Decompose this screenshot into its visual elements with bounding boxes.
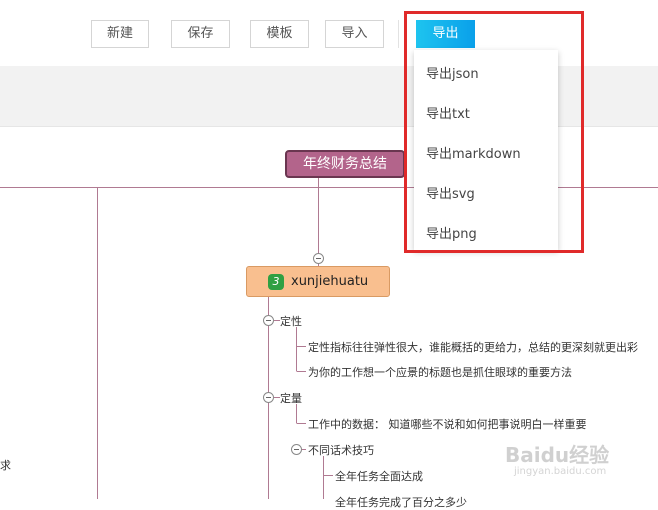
collapse-toggle[interactable] bbox=[263, 392, 274, 403]
collapse-toggle[interactable] bbox=[291, 444, 302, 455]
list-item[interactable]: 工作中的数据： 知道哪些不说和如何把事说明白一样重要 bbox=[308, 416, 587, 432]
branch-label-quantitative[interactable]: 定量 bbox=[280, 390, 302, 406]
list-item[interactable]: 为你的工作想一个应景的标题也是抓住眼球的重要方法 bbox=[308, 364, 572, 380]
menu-item-export-markdown[interactable]: 导出markdown bbox=[426, 143, 521, 162]
menu-item-export-svg[interactable]: 导出svg bbox=[426, 183, 475, 202]
collapse-toggle[interactable] bbox=[313, 253, 324, 264]
menu-item-export-json[interactable]: 导出json bbox=[426, 63, 479, 82]
list-item[interactable]: 全年任务完成了百分之多少 bbox=[335, 494, 467, 510]
list-item[interactable]: 定性指标往往弹性很大，谁能概括的更给力，总结的更深刻就更出彩 bbox=[308, 339, 638, 355]
menu-item-export-txt[interactable]: 导出txt bbox=[426, 103, 470, 122]
list-item[interactable]: 全年任务全面达成 bbox=[335, 468, 423, 484]
collapse-toggle[interactable] bbox=[263, 315, 274, 326]
watermark-url: jingyan.baidu.com bbox=[514, 466, 607, 477]
root-topic-node[interactable]: 年终财务总结 bbox=[285, 150, 405, 178]
export-dropdown-menu: 导出json 导出txt 导出markdown 导出svg 导出png bbox=[414, 50, 558, 250]
branch-label-qualitative[interactable]: 定性 bbox=[280, 313, 302, 329]
watermark-logo: Baidu经验 bbox=[505, 443, 610, 467]
offscreen-node-text: 求 bbox=[0, 459, 11, 472]
menu-item-export-png[interactable]: 导出png bbox=[426, 223, 477, 242]
main-topic-node[interactable]: 3 xunjiehuatu bbox=[246, 266, 390, 297]
branch-label-techniques[interactable]: 不同话术技巧 bbox=[308, 442, 374, 458]
main-topic-label: xunjiehuatu bbox=[291, 274, 369, 289]
priority-badge-icon: 3 bbox=[268, 274, 284, 290]
